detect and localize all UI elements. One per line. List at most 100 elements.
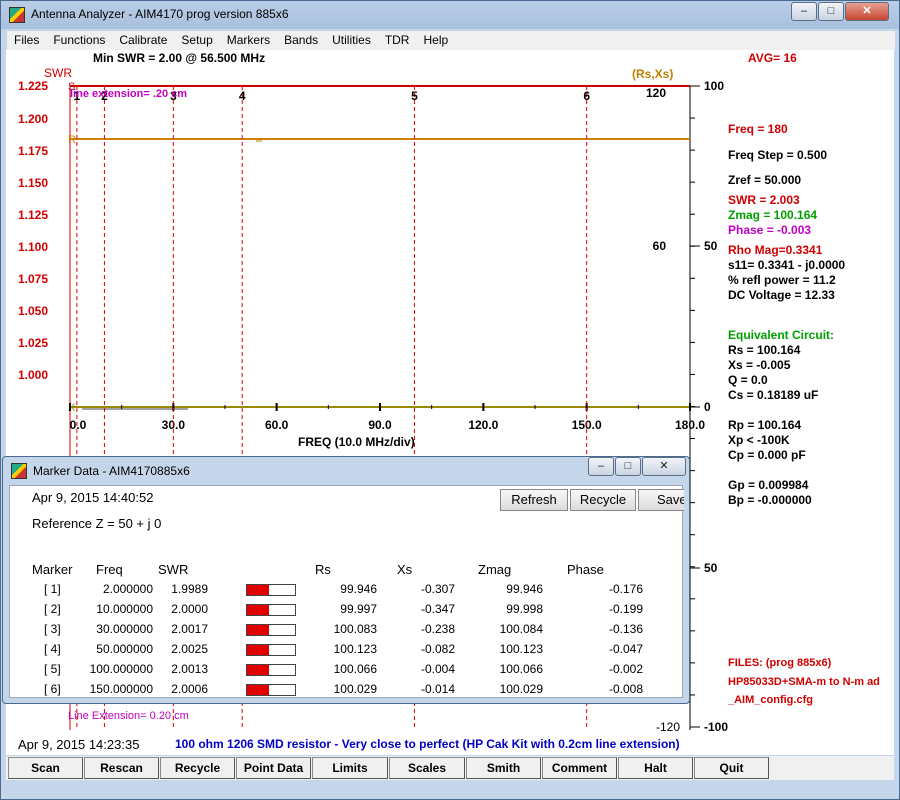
cell-xs: -0.082: [420, 642, 455, 656]
cell-rs: 99.997: [340, 602, 377, 616]
cell-zmag: 100.029: [499, 682, 543, 696]
cell-m: [ 5]: [44, 662, 61, 676]
comment-button[interactable]: Comment: [542, 757, 617, 779]
smith-button[interactable]: Smith: [466, 757, 541, 779]
cell-rs: 100.029: [333, 682, 377, 696]
equivalent-circuit-title: Equivalent Circuit:: [728, 328, 835, 342]
refresh-button[interactable]: Refresh: [500, 489, 568, 511]
swr-tick-label: 1.000: [18, 368, 48, 382]
xs-tick-label: -100: [704, 720, 728, 734]
dialog-recycle-button[interactable]: Recycle: [570, 489, 636, 511]
rs-tick-label: 60: [653, 239, 667, 253]
limits-button[interactable]: Limits: [312, 757, 388, 779]
cell-swr: 2.0013: [171, 662, 208, 676]
rs-tick-label: 120: [646, 86, 666, 100]
file-name-1[interactable]: HP85033D+SMA-m to N-m ad: [728, 676, 880, 688]
marker-data-dialog: Marker Data - AIM4170885x6 – □ ✕ Apr 9, …: [2, 456, 690, 704]
swr-tick-label: 1.075: [18, 272, 48, 286]
cell-xs: -0.347: [420, 602, 455, 616]
dc-voltage-readout: DC Voltage = 12.33: [728, 288, 835, 302]
close-icon[interactable]: ✕: [845, 2, 889, 21]
cell-xs: -0.238: [420, 622, 455, 636]
menu-utilities[interactable]: Utilities: [325, 31, 378, 51]
zmag-readout: Zmag = 100.164: [728, 208, 818, 222]
x-tick-label: 60.0: [265, 418, 289, 432]
cell-ph: -0.047: [608, 642, 643, 656]
gp-readout: Gp = 0.009984: [728, 478, 809, 492]
cell-zmag: 99.998: [506, 602, 543, 616]
phase-readout: Phase = -0.003: [728, 223, 812, 237]
swr-bar: [246, 664, 296, 676]
xp-readout: Xp < -100K: [728, 433, 790, 447]
files-title: FILES: (prog 885x6): [728, 657, 832, 669]
menu-functions[interactable]: Functions: [46, 31, 112, 51]
x-tick-label: 120.0: [468, 418, 498, 432]
menu-help[interactable]: Help: [416, 31, 455, 51]
cell-ph: -0.136: [608, 622, 643, 636]
cell-swr: 2.0025: [171, 642, 208, 656]
x-tick-label: 180.0: [675, 418, 705, 432]
cs-readout: Cs = 0.18189 uF: [728, 388, 819, 402]
cell-m: [ 3]: [44, 622, 61, 636]
cell-swr: 2.0006: [171, 682, 208, 696]
col-header-marker: Marker: [32, 562, 73, 577]
halt-button[interactable]: Halt: [618, 757, 693, 779]
col-header-swr: SWR: [158, 562, 189, 577]
x-axis-label: FREQ (10.0 MHz/div): [298, 435, 415, 449]
cell-ph: -0.002: [608, 662, 643, 676]
marker-label: 5: [411, 89, 418, 103]
rp-readout: Rp = 100.164: [728, 418, 802, 432]
swr-tick-label: 1.100: [18, 240, 48, 254]
menu-tdr[interactable]: TDR: [378, 31, 417, 51]
swr-tick-label: 1.025: [18, 336, 48, 350]
swr-bar-fill: [247, 665, 269, 675]
swr-bar-fill: [247, 625, 269, 635]
xs-tick-label: 50: [704, 561, 718, 575]
menu-setup[interactable]: Setup: [174, 31, 219, 51]
recycle-button[interactable]: Recycle: [160, 757, 235, 779]
menu-bands[interactable]: Bands: [277, 31, 325, 51]
menu-files[interactable]: Files: [7, 31, 46, 51]
save-button[interactable]: Save: [638, 489, 684, 511]
swr-tick-label: 1.200: [18, 112, 48, 126]
series-r-label: R: [68, 134, 76, 146]
cell-f: 100.000000: [89, 662, 153, 676]
swr-readout: SWR = 2.003: [728, 193, 800, 207]
marker-label: 4: [239, 89, 246, 103]
minimize-icon[interactable]: –: [791, 2, 817, 21]
x-tick-label: 0.0: [70, 418, 87, 432]
cell-rs: 100.123: [333, 642, 377, 656]
dialog-minimize-icon[interactable]: –: [588, 457, 614, 476]
swr-tick-label: 1.125: [18, 208, 48, 222]
app-icon: [9, 7, 25, 23]
col-header-freq: Freq: [96, 562, 123, 577]
menu-bar: Files Functions Calibrate Setup Markers Bands…: [7, 31, 895, 51]
cell-rs: 100.066: [333, 662, 377, 676]
maximize-icon[interactable]: □: [818, 2, 844, 21]
title-bar[interactable]: Antenna Analyzer - AIM4170 prog version …: [1, 1, 899, 29]
swr-bar-fill: [247, 685, 269, 695]
dialog-title: Marker Data - AIM4170885x6: [33, 464, 190, 478]
menu-calibrate[interactable]: Calibrate: [112, 31, 174, 51]
xs-tick-label: 50: [704, 239, 718, 253]
point-data-button[interactable]: Point Data: [236, 757, 311, 779]
min-swr-readout: Min SWR = 2.00 @ 56.500 MHz: [93, 51, 266, 65]
line-extension-top: line extension= .20 cm: [70, 88, 188, 100]
freq-readout: Freq = 180: [728, 122, 788, 136]
scan-button[interactable]: Scan: [8, 757, 83, 779]
dialog-close-icon[interactable]: ✕: [642, 457, 686, 476]
cell-f: 10.000000: [96, 602, 153, 616]
dialog-datetime: Apr 9, 2015 14:40:52: [32, 490, 154, 505]
file-name-2[interactable]: _AIM_config.cfg: [728, 694, 813, 706]
cell-zmag: 99.946: [506, 582, 543, 596]
refl-power-readout: % refl power = 11.2: [728, 273, 836, 287]
dialog-maximize-icon[interactable]: □: [615, 457, 641, 476]
swr-bar: [246, 584, 296, 596]
xs-bottom-tick-label: -120: [656, 720, 680, 734]
cell-xs: -0.307: [420, 582, 455, 596]
rescan-button[interactable]: Rescan: [84, 757, 159, 779]
cell-ph: -0.176: [608, 582, 643, 596]
quit-button[interactable]: Quit: [694, 757, 769, 779]
menu-markers[interactable]: Markers: [220, 31, 277, 51]
scales-button[interactable]: Scales: [389, 757, 465, 779]
